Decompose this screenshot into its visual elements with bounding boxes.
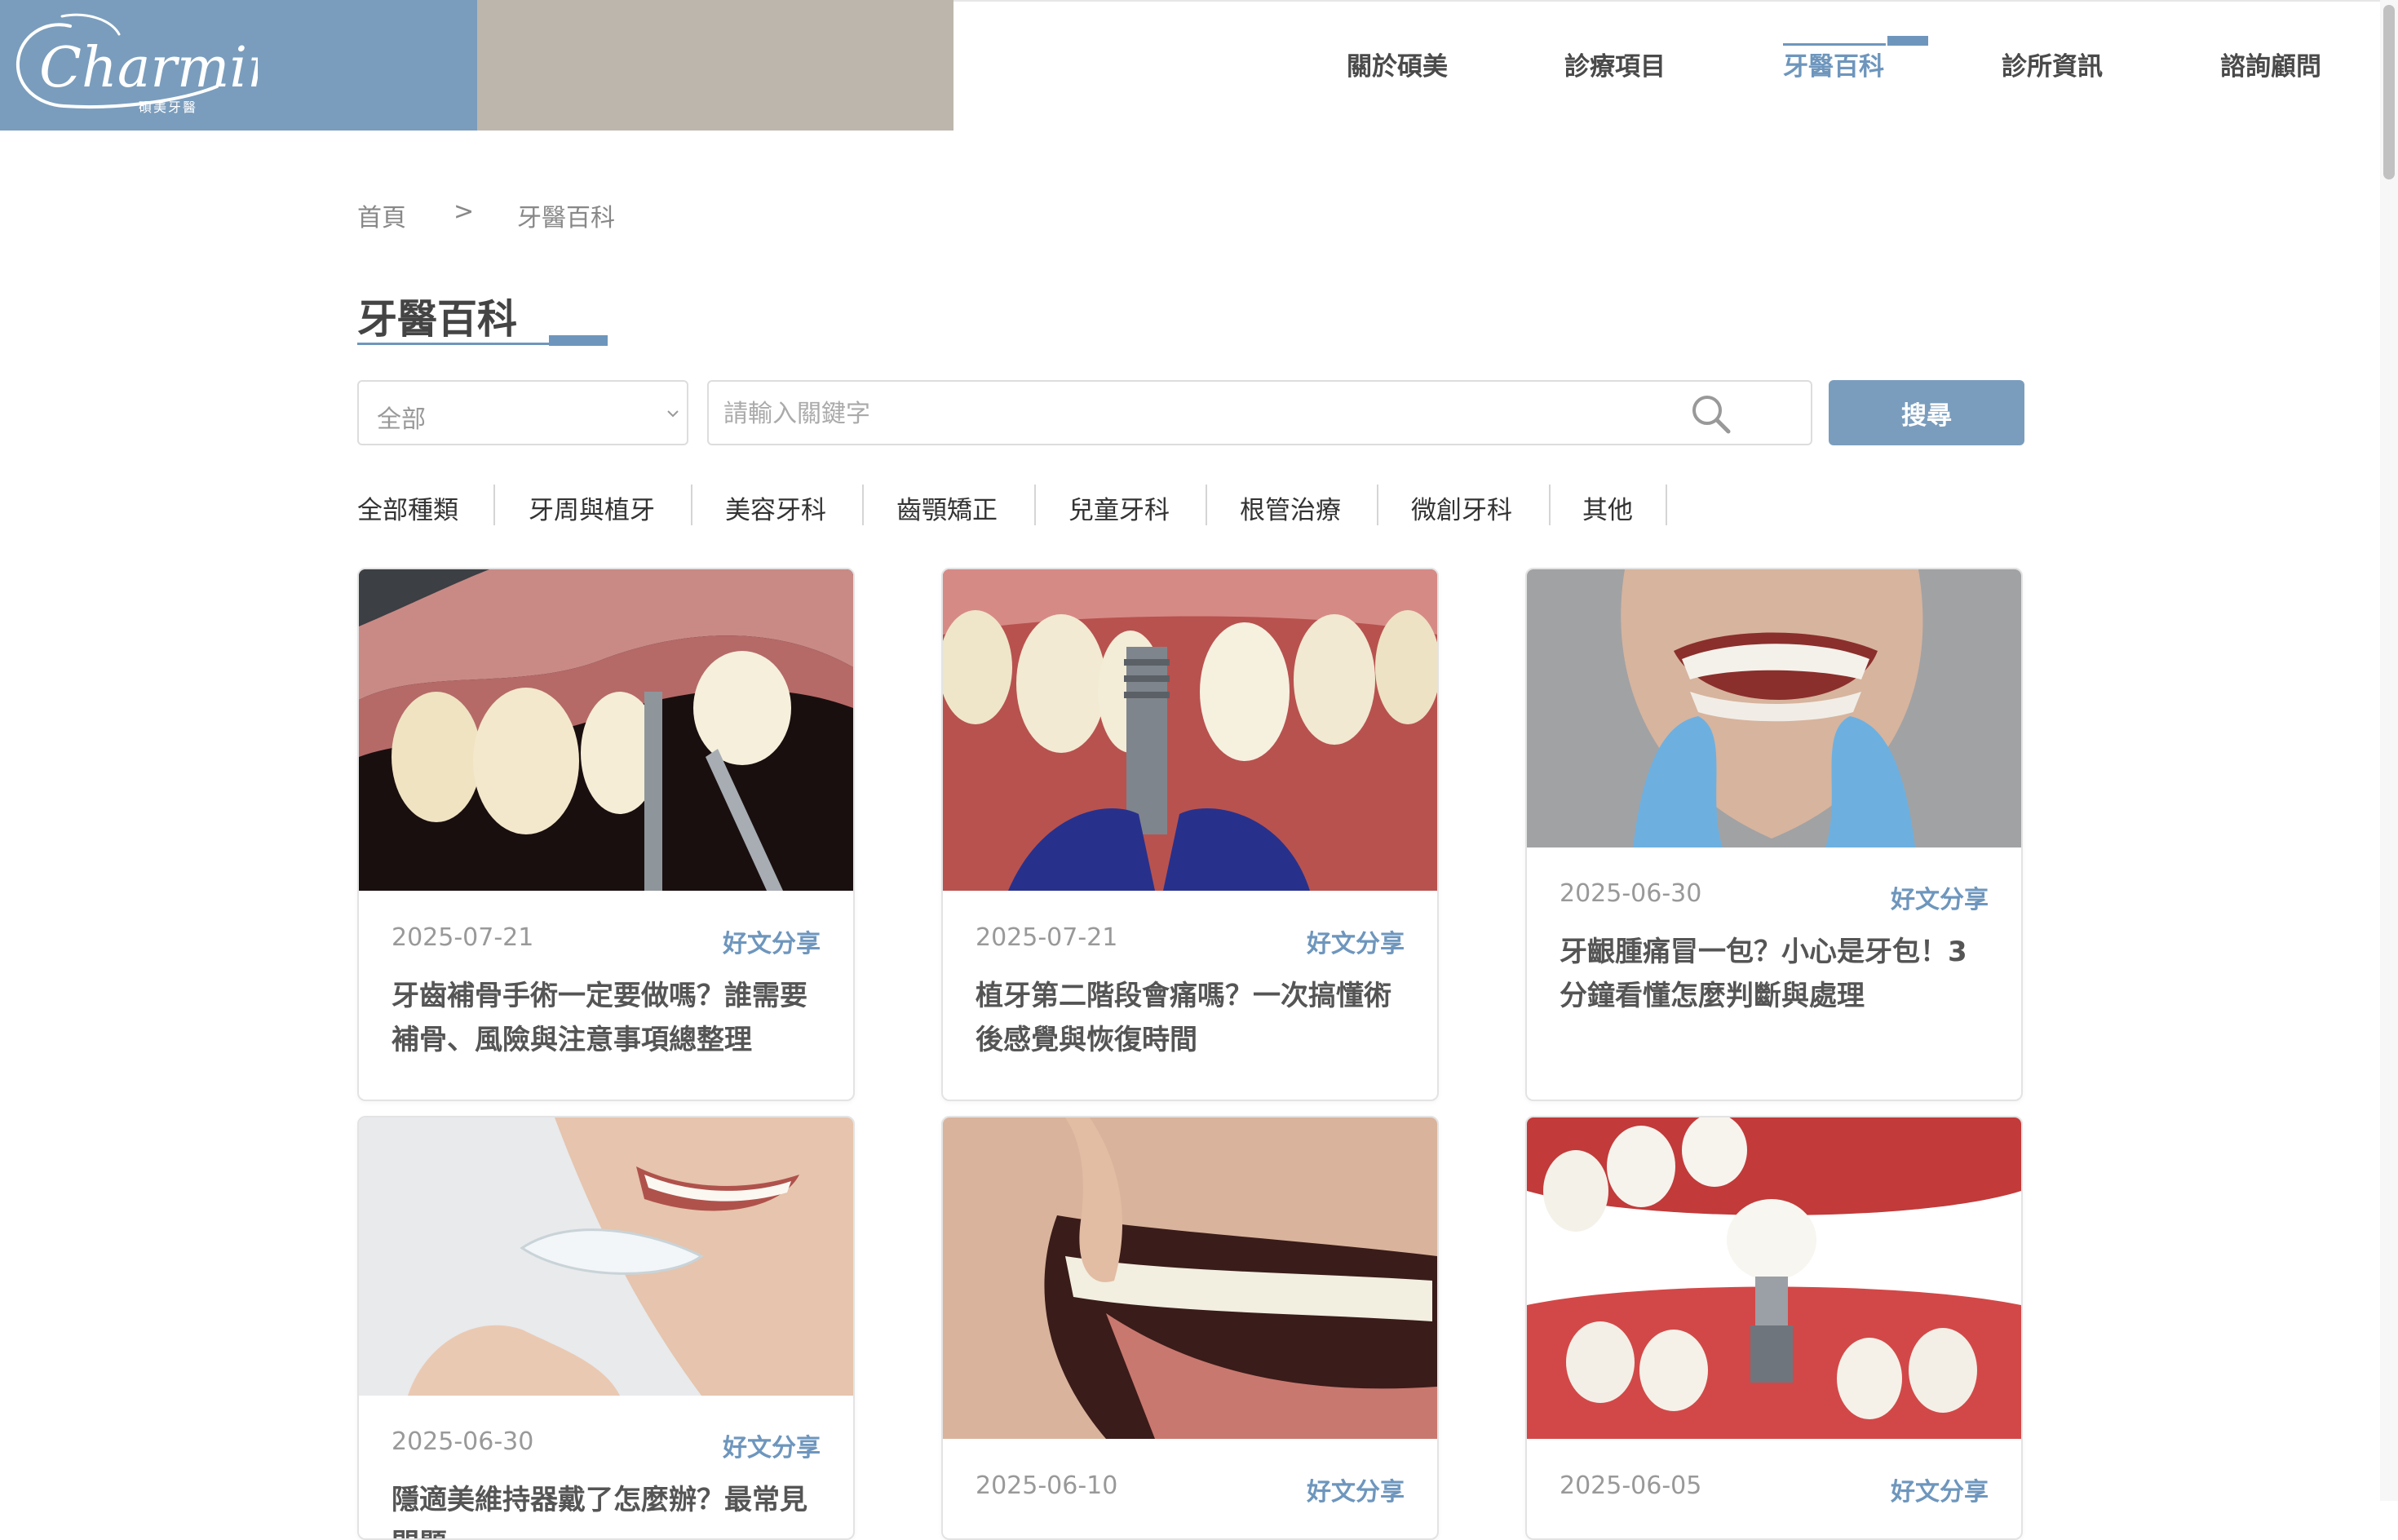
article-thumbnail[interactable] [359,569,853,891]
nav-about[interactable]: 關於碩美 [1347,46,1448,82]
category-divider [1206,485,1207,525]
article-tag[interactable]: 好文分享 [723,923,821,959]
bone-graft-photo-icon [359,569,853,891]
article-title[interactable]: 隱適美維持器戴了怎麼辦？最常見問題 [392,1478,824,1538]
page-scrollbar[interactable] [2380,0,2398,1501]
site-header: Charming 碩美牙醫 關於碩美 診療項目 牙醫百科 診所資訊 諮詢顧問 [0,0,2398,131]
page-title: 牙醫百科 [357,296,518,343]
article-title[interactable]: 牙齒補骨手術一定要做嗎？誰需要補骨、風險與注意事項總整理 [392,974,824,1062]
logo[interactable]: Charming 碩美牙醫 [0,0,477,131]
header-decor-block [477,0,953,131]
implant-crown-model-icon [1527,1117,2021,1439]
article-tag[interactable]: 好文分享 [1891,1471,1989,1507]
category-divider [691,485,692,525]
article-thumbnail[interactable] [943,569,1437,891]
nav-active-accent [1887,36,1928,46]
scrollbar-thumb[interactable] [2383,5,2395,179]
search-input[interactable] [722,393,1737,434]
nav-consultant[interactable]: 諮詢顧問 [2220,46,2321,82]
category-other[interactable]: 其他 [1582,489,1633,526]
gum-swelling-photo-icon [1527,569,2021,847]
nav-encyclopedia[interactable]: 牙醫百科 [1783,46,1884,82]
article-card[interactable]: 2025-06-10 好文分享 [941,1116,1439,1540]
category-pediatric[interactable]: 兒童牙科 [1068,489,1170,526]
search-button[interactable]: 搜尋 [1829,380,2024,445]
article-tag[interactable]: 好文分享 [1307,1471,1405,1507]
search-field[interactable] [707,380,1812,445]
breadcrumb-home[interactable]: 首頁 [357,197,406,233]
category-minimally-invasive[interactable]: 微創牙科 [1411,489,1512,526]
category-divider [493,485,495,525]
article-thumbnail[interactable] [1527,569,2021,847]
category-all[interactable]: 全部種類 [357,489,458,526]
svg-text:Charming: Charming [39,36,258,100]
article-thumbnail[interactable] [943,1117,1437,1439]
category-cosmetic[interactable]: 美容牙科 [725,489,826,526]
charming-logo-icon: Charming [15,13,258,108]
article-tag[interactable]: 好文分享 [723,1427,821,1463]
logo-subtitle: 碩美牙醫 [139,100,198,115]
category-orthodontics[interactable]: 齒顎矯正 [896,489,998,526]
article-title[interactable]: 牙齦腫痛冒一包？小心是牙包！3分鐘看懂怎麼判斷與處理 [1560,930,1992,1018]
title-underline [357,343,549,345]
article-date: 2025-06-05 [1560,1471,1702,1500]
article-title[interactable]: 植牙第二階段會痛嗎？一次搞懂術後感覺與恢復時間 [976,974,1408,1062]
nav-active-underline [1783,43,1886,46]
article-tag[interactable]: 好文分享 [1891,879,1989,915]
article-tag[interactable]: 好文分享 [1307,923,1405,959]
article-thumbnail[interactable] [1527,1117,2021,1439]
article-date: 2025-07-21 [976,923,1118,952]
implant-healing-abutment-photo-icon [943,569,1437,891]
category-select-value: 全部 [377,405,426,434]
category-periodontal-implant[interactable]: 牙周與植牙 [529,489,655,526]
category-select[interactable]: 全部 [357,380,688,445]
article-date: 2025-06-30 [1560,879,1702,908]
article-date: 2025-07-21 [392,923,534,952]
nav-clinic-info[interactable]: 診所資訊 [2002,46,2103,82]
article-card[interactable]: 2025-06-05 好文分享 [1525,1116,2023,1540]
breadcrumb-current: 牙醫百科 [517,204,615,232]
gum-pain-photo-icon [943,1117,1437,1439]
article-card[interactable]: 2025-07-21 好文分享 牙齒補骨手術一定要做嗎？誰需要補骨、風險與注意事… [357,568,855,1101]
article-date: 2025-06-10 [976,1471,1118,1500]
header-divider [953,0,2398,2]
article-date: 2025-06-30 [392,1427,534,1456]
nav-services[interactable]: 診療項目 [1564,46,1666,82]
article-thumbnail[interactable] [359,1117,853,1396]
search-icon[interactable] [1690,393,1732,436]
category-divider [862,485,864,525]
category-divider [1377,485,1378,525]
category-divider [1666,485,1667,525]
article-card[interactable]: 2025-07-21 好文分享 植牙第二階段會痛嗎？一次搞懂術後感覺與恢復時間 [941,568,1439,1101]
article-card[interactable]: 2025-06-30 好文分享 牙齦腫痛冒一包？小心是牙包！3分鐘看懂怎麼判斷與… [1525,568,2023,1101]
category-root-canal[interactable]: 根管治療 [1240,489,1341,526]
title-accent-bar [549,335,608,346]
chevron-down-icon [667,410,679,418]
clear-aligner-photo-icon [359,1117,853,1396]
category-divider [1034,485,1036,525]
article-card[interactable]: 2025-06-30 好文分享 隱適美維持器戴了怎麼辦？最常見問題 [357,1116,855,1540]
category-divider [1549,485,1551,525]
breadcrumb-separator: > [453,197,475,226]
